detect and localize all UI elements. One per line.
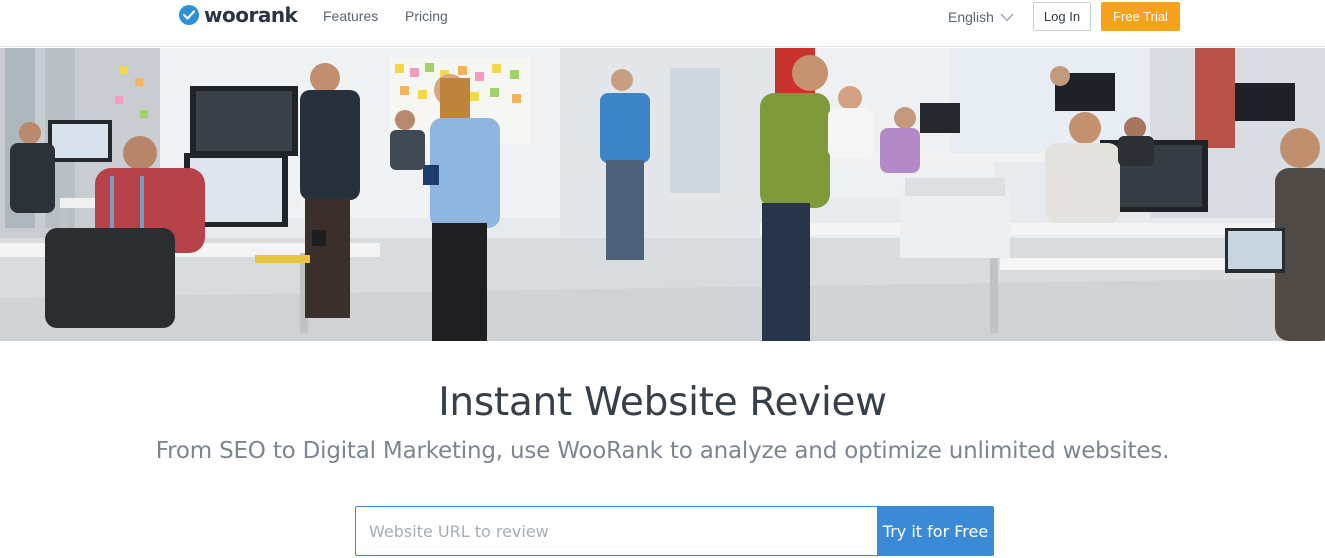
- page-title: Instant Website Review: [438, 380, 887, 425]
- login-button[interactable]: Log In: [1033, 2, 1091, 31]
- office-photo-illustration: [0, 48, 1325, 341]
- try-it-for-free-button[interactable]: Try it for Free: [877, 506, 994, 556]
- website-review-form: Try it for Free: [355, 506, 994, 556]
- language-label: English: [948, 9, 994, 25]
- checkmark-icon: [179, 5, 199, 25]
- logo-wordmark: woorank: [204, 3, 298, 27]
- top-navigation: woorank Features Pricing English Log In …: [0, 0, 1325, 47]
- free-trial-button[interactable]: Free Trial: [1101, 2, 1180, 31]
- woorank-logo[interactable]: woorank: [179, 3, 298, 27]
- hero-office-photo: [0, 48, 1325, 341]
- nav-features-link[interactable]: Features: [323, 8, 378, 24]
- chevron-down-icon: [1000, 13, 1014, 21]
- page-subtitle: From SEO to Digital Marketing, use WooRa…: [155, 438, 1170, 464]
- nav-pricing-link[interactable]: Pricing: [405, 8, 448, 24]
- website-url-input[interactable]: [355, 506, 877, 556]
- language-selector[interactable]: English: [948, 9, 1014, 25]
